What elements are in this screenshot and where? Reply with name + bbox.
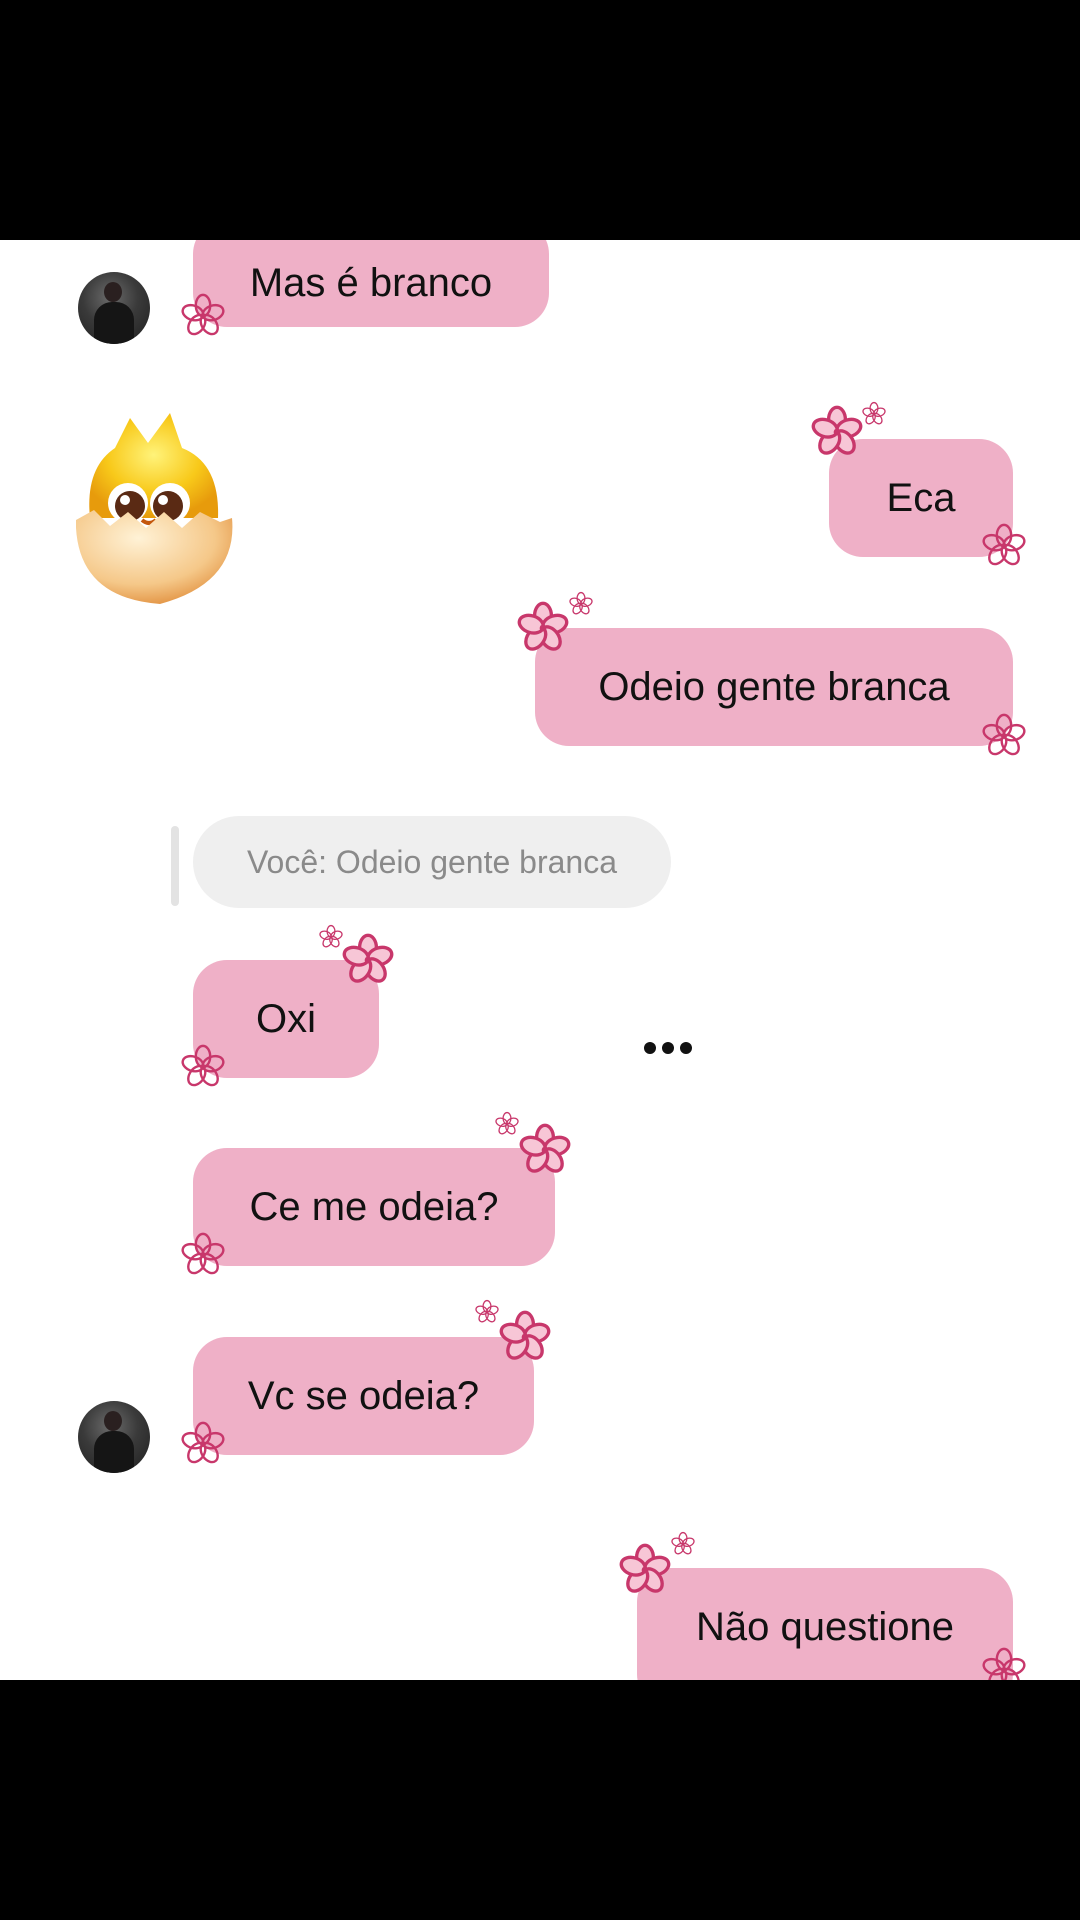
flower-icon — [181, 1232, 225, 1275]
flower-icon — [862, 401, 886, 425]
flower-icon — [519, 1123, 571, 1173]
flower-icon — [342, 933, 394, 983]
hatching-chick-emoji — [76, 413, 233, 604]
message-text: Oxi — [256, 996, 316, 1041]
flower-icon — [982, 713, 1026, 756]
message-bubble-sent[interactable]: Odeio gente branca — [535, 628, 1013, 746]
message-text: Odeio gente branca — [598, 664, 950, 709]
message-text: Não questione — [696, 1604, 954, 1649]
avatar[interactable] — [78, 272, 150, 344]
flower-icon — [499, 1310, 551, 1360]
flower-icon — [181, 1421, 225, 1464]
message-bubble-received[interactable]: Vc se odeia? — [193, 1337, 534, 1455]
message-bubble-received[interactable]: Mas é branco — [193, 240, 549, 327]
reply-quote-text: Você: Odeio gente branca — [246, 843, 618, 880]
flower-icon — [475, 1299, 499, 1323]
flower-icon — [811, 405, 863, 455]
screen: Mas é branco Eca Odeio gente branca Você… — [0, 0, 1080, 1920]
flower-icon — [495, 1111, 519, 1135]
reply-quote[interactable]: Você: Odeio gente branca — [193, 816, 671, 908]
chat-thread[interactable]: Mas é branco Eca Odeio gente branca Você… — [0, 240, 1080, 1680]
message-text: Mas é branco — [249, 261, 493, 305]
flower-icon — [319, 924, 343, 948]
flower-icon — [671, 1531, 695, 1555]
message-text: Vc se odeia? — [247, 1373, 480, 1418]
flower-icon — [181, 293, 225, 336]
reply-indicator-bar — [171, 826, 179, 906]
flower-icon — [181, 1044, 225, 1087]
flower-icon — [982, 523, 1026, 566]
flower-icon — [569, 591, 593, 615]
message-text: Ce me odeia? — [249, 1184, 499, 1229]
flower-icon — [517, 601, 569, 651]
avatar[interactable] — [78, 1401, 150, 1473]
message-bubble-received[interactable]: Ce me odeia? — [193, 1148, 555, 1266]
flower-icon — [982, 1647, 1026, 1680]
message-text: Eca — [886, 475, 956, 520]
typing-indicator — [644, 1042, 692, 1054]
flower-icon — [619, 1543, 671, 1593]
message-bubble-sent[interactable]: Não questione — [637, 1568, 1013, 1680]
